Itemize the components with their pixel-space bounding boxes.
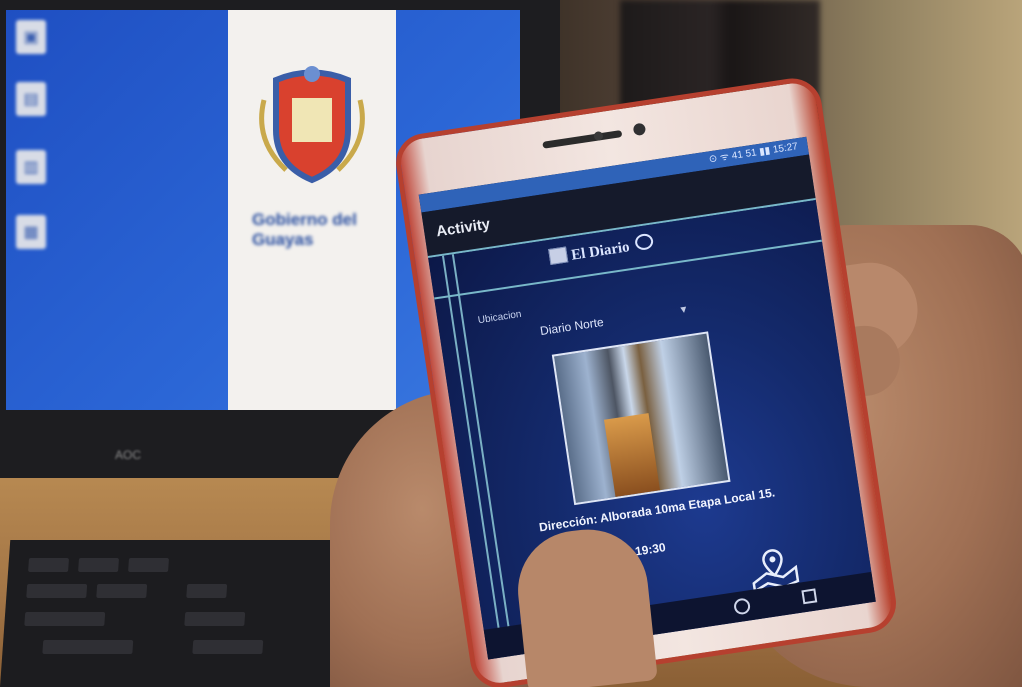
keyboard-key [184, 612, 246, 626]
keyboard-key [186, 584, 228, 598]
keyboard-key [42, 640, 134, 654]
keyboard-key [192, 640, 264, 654]
wallpaper-text: Gobierno del Guayas [252, 210, 357, 249]
keyboard-key [28, 558, 70, 572]
recents-nav-icon[interactable] [799, 586, 819, 606]
monitor-brand: AOC [115, 448, 142, 462]
keyboard-key [96, 584, 148, 598]
store-entrance [603, 413, 661, 497]
keyboard-key [24, 612, 106, 626]
app-title: Activity [435, 215, 492, 241]
chat-bubble-icon [633, 232, 654, 252]
desktop-folder-icon[interactable]: ▥ [16, 150, 46, 184]
keyboard-key [128, 558, 170, 572]
desktop-file-icon[interactable]: ▦ [16, 215, 46, 249]
home-nav-icon[interactable] [732, 596, 752, 616]
dropdown-caret-icon: ▼ [678, 304, 690, 317]
desktop-document-icon[interactable]: ▤ [16, 82, 46, 116]
newspaper-logo-icon [548, 246, 569, 265]
keyboard-key [78, 558, 120, 572]
photo-scene: ▣ ▤ ▥ ▦ Gobierno del Guayas AOC ⊙ ᯤ 41 5… [0, 0, 1022, 687]
store-photo [551, 331, 731, 506]
desktop-shortcut-icon[interactable]: ▣ [16, 20, 46, 54]
keyboard [0, 540, 371, 687]
wallpaper-panel: Gobierno del Guayas [228, 10, 396, 410]
coat-of-arms-icon [259, 66, 365, 184]
keyboard-key [26, 584, 88, 598]
